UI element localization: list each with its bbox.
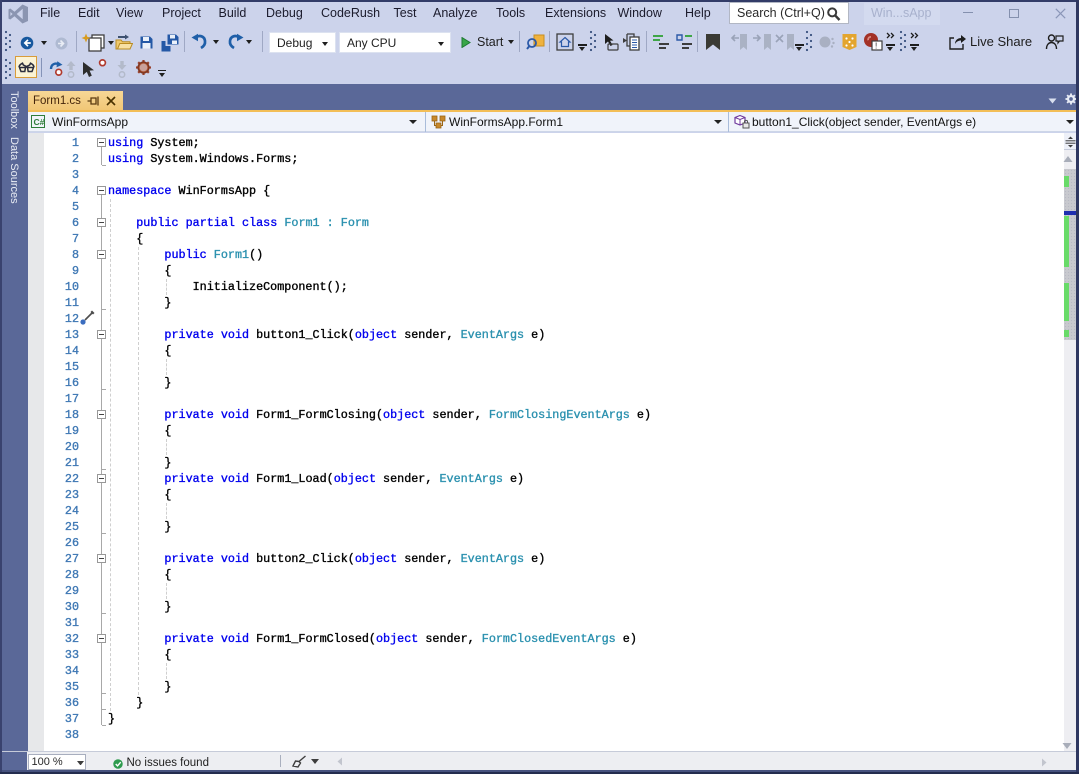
svg-text:!: ! bbox=[875, 42, 877, 51]
